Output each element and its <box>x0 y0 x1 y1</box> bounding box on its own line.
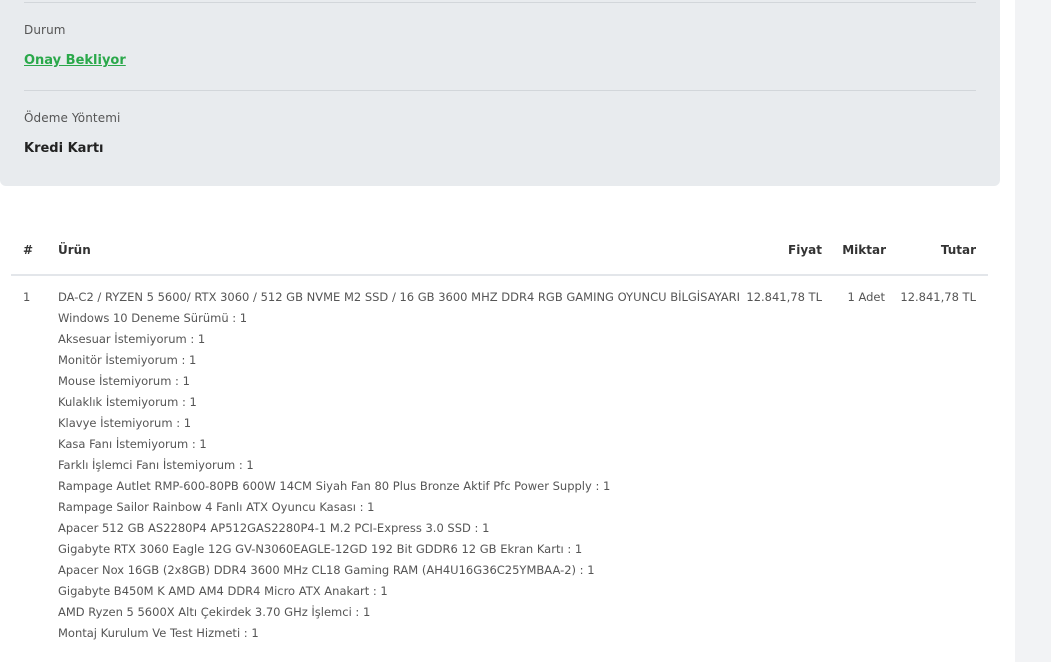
product-option: Gigabyte RTX 3060 Eagle 12G GV-N3060EAGL… <box>58 542 583 556</box>
product-option: Windows 10 Deneme Sürümü : 1 <box>58 311 248 325</box>
product-option: Gigabyte B450M K AMD AM4 DDR4 Micro ATX … <box>58 584 388 598</box>
card-top-divider <box>24 2 976 3</box>
product-option: Apacer 512 GB AS2280P4 AP512GAS2280P4-1 … <box>58 521 490 535</box>
status-label: Durum <box>24 23 66 37</box>
product-name: DA-C2 / RYZEN 5 5600/ RTX 3060 / 512 GB … <box>58 290 741 304</box>
order-info-card <box>0 0 1000 186</box>
payment-method-label: Ödeme Yöntemi <box>24 111 121 125</box>
table-header-divider <box>11 274 988 276</box>
product-option: Kasa Fanı İstemiyorum : 1 <box>58 437 207 451</box>
card-divider <box>24 90 976 91</box>
column-header-product: Ürün <box>58 243 91 257</box>
column-header-index: # <box>23 243 34 257</box>
column-header-quantity: Miktar <box>842 243 886 257</box>
product-option: Montaj Kurulum Ve Test Hizmeti : 1 <box>58 626 259 640</box>
product-option: Mouse İstemiyorum : 1 <box>58 374 190 388</box>
payment-method-value: Kredi Kartı <box>24 141 104 156</box>
right-panel-background <box>1015 0 1051 662</box>
product-option: Apacer Nox 16GB (2x8GB) DDR4 3600 MHz CL… <box>58 563 595 577</box>
product-option: Aksesuar İstemiyorum : 1 <box>58 332 206 346</box>
status-link[interactable]: Onay Bekliyor <box>24 53 126 68</box>
product-cell: DA-C2 / RYZEN 5 5600/ RTX 3060 / 512 GB … <box>58 290 748 647</box>
row-quantity: 1 Adet <box>847 290 885 304</box>
product-option: Kulaklık İstemiyorum : 1 <box>58 395 197 409</box>
product-option: Rampage Sailor Rainbow 4 Fanlı ATX Oyunc… <box>58 500 375 514</box>
column-header-total: Tutar <box>940 243 976 257</box>
column-header-price: Fiyat <box>788 243 822 257</box>
product-option: Farklı İşlemci Fanı İstemiyorum : 1 <box>58 458 254 472</box>
product-option: Rampage Autlet RMP-600-80PB 600W 14CM Si… <box>58 479 611 493</box>
product-option: Monitör İstemiyorum : 1 <box>58 353 197 367</box>
product-option: Klavye İstemiyorum : 1 <box>58 416 192 430</box>
row-total: 12.841,78 TL <box>900 290 976 304</box>
row-price: 12.841,78 TL <box>746 290 822 304</box>
row-index: 1 <box>23 290 31 304</box>
product-option: AMD Ryzen 5 5600X Altı Çekirdek 3.70 GHz… <box>58 605 371 619</box>
